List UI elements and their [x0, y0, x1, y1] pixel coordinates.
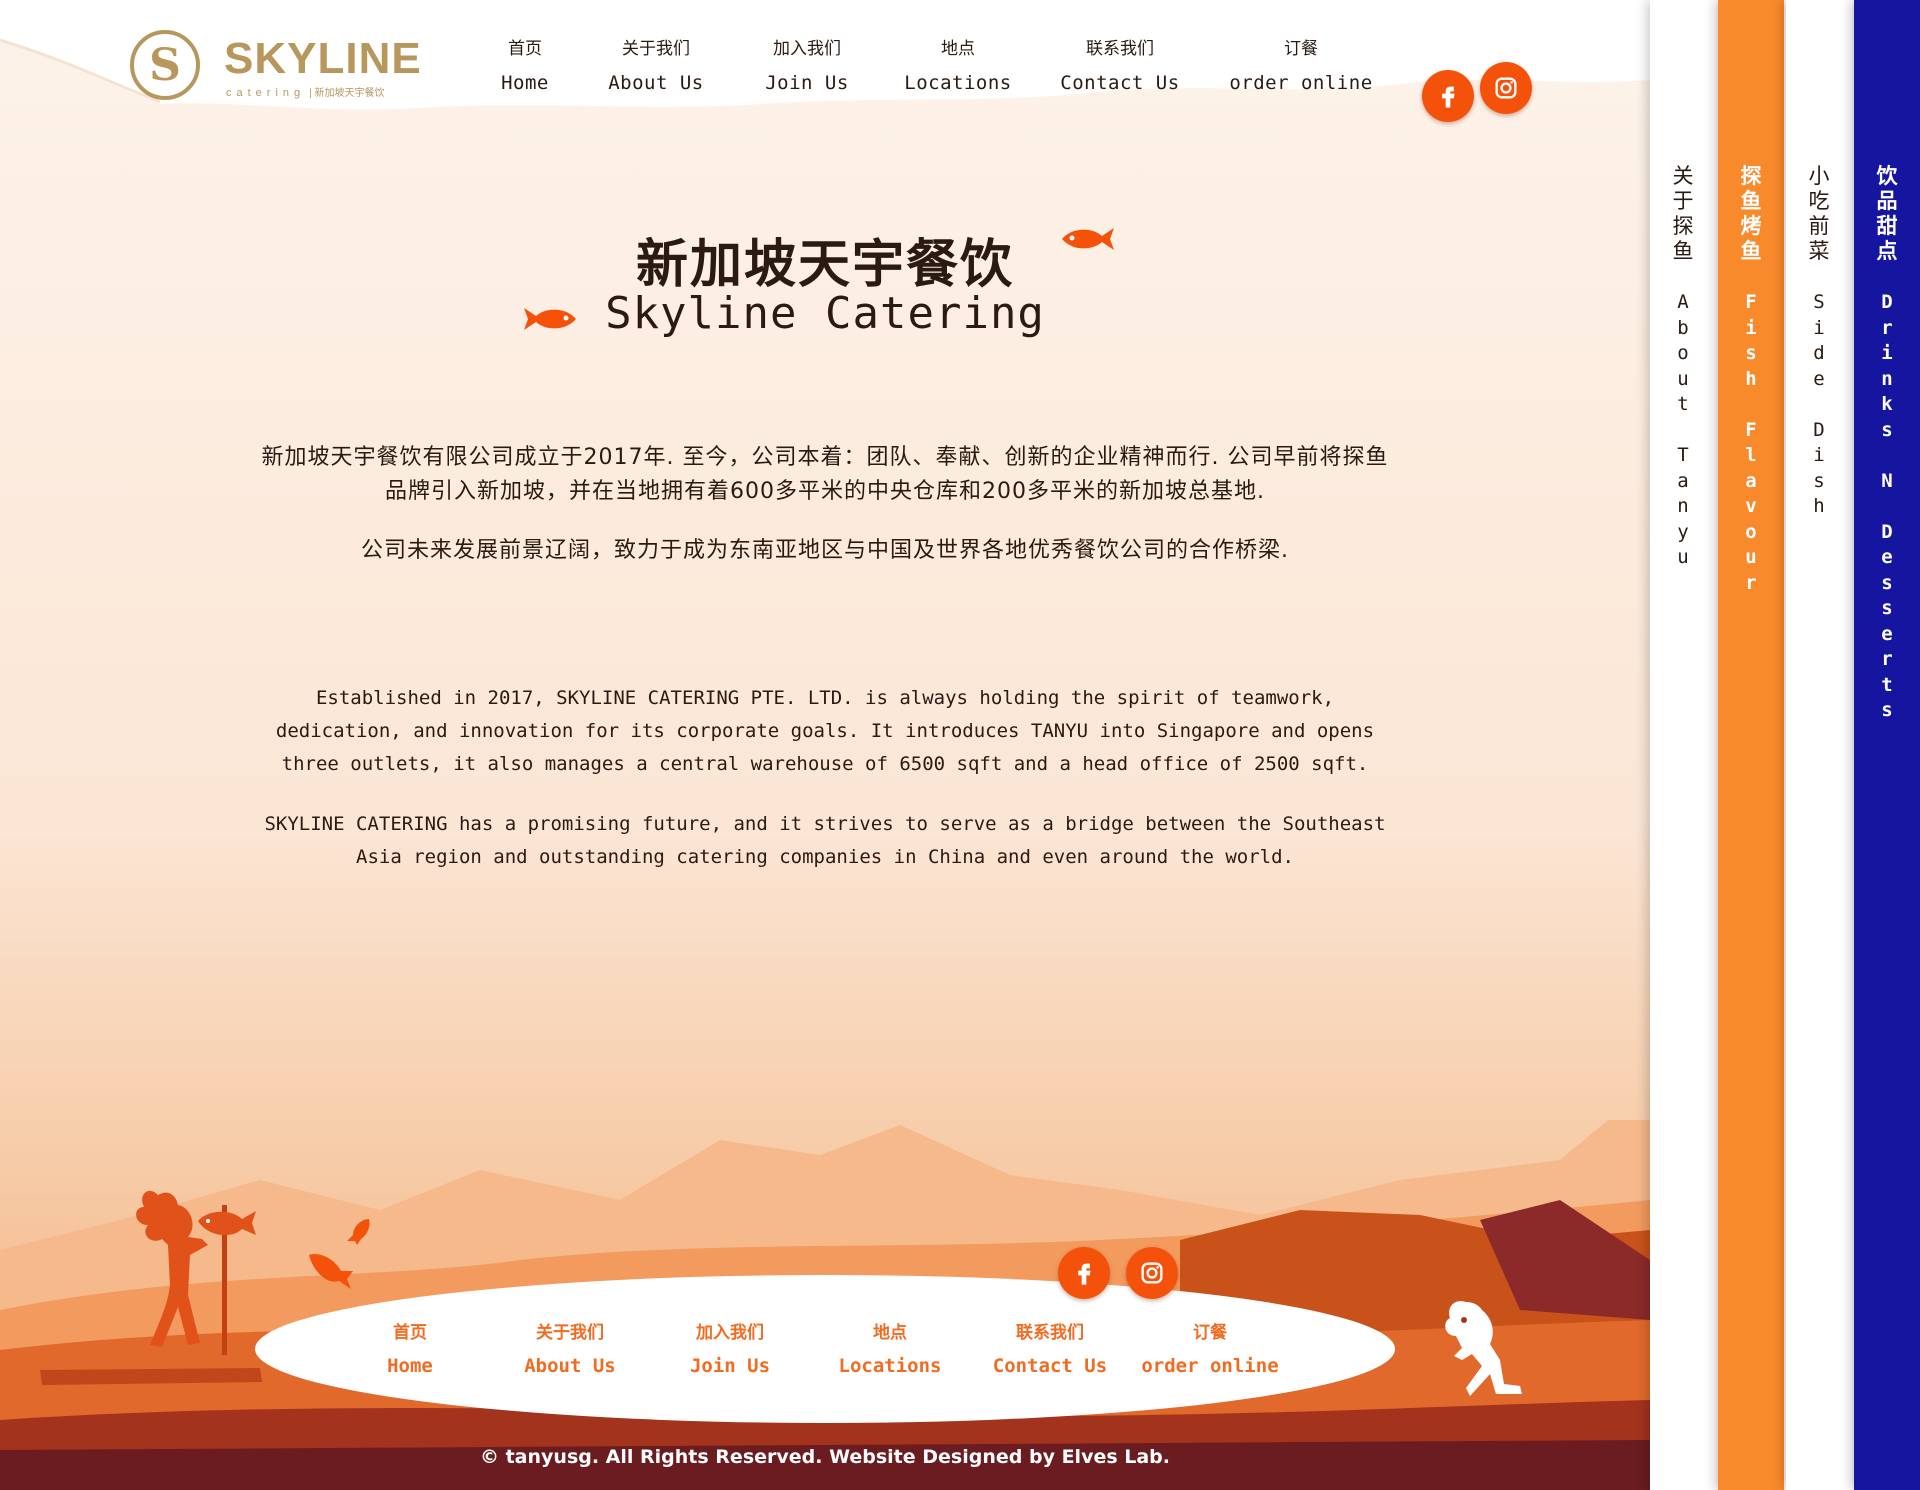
side-tab-fish-flavour[interactable]: 探鱼烤鱼 Fish Flavour — [1718, 0, 1784, 1490]
nav-order[interactable]: ⚲ 订餐 order online — [1206, 17, 1396, 94]
nav-contact-en: Contact Us — [1060, 72, 1180, 94]
footer-facebook-button[interactable] — [1058, 1247, 1110, 1299]
nav-contact-cn: 联系我们 — [1086, 39, 1154, 59]
footer-nav-contact-cn: 联系我们 — [1016, 1323, 1084, 1343]
footer-nav-order[interactable]: 订餐 order online — [1130, 1318, 1290, 1377]
side-tab-about-tanyu-cn: 关于探鱼 — [1672, 164, 1694, 263]
nav-locations[interactable]: ⚑ 地点 Locations — [882, 17, 1034, 94]
footer-nav-join-en: Join Us — [689, 1355, 771, 1377]
white-tribal-figure-icon — [1445, 1300, 1522, 1396]
nav-locations-en: Locations — [904, 72, 1012, 94]
about-en-paragraph-2: SKYLINE CATERING has a promising future,… — [264, 813, 1386, 868]
brand-subtitle-cn: | 新加坡天宇餐饮 — [309, 88, 385, 99]
footer-nav-order-en: order online — [1141, 1355, 1279, 1377]
instagram-button[interactable] — [1480, 62, 1532, 114]
footer-nav-locations[interactable]: 地点 Locations — [810, 1318, 970, 1377]
nav-order-en: order online — [1229, 72, 1373, 94]
side-tab-drinks-desserts[interactable]: 饮品甜点 Drinks N Desserts — [1854, 0, 1920, 1490]
brand-subtitle: catering | 新加坡天宇餐饮 — [226, 84, 385, 99]
footer-nav-contact-en: Contact Us — [992, 1355, 1108, 1377]
nav-about-cn: 关于我们 — [622, 39, 690, 59]
side-tab-about-tanyu-en: About Tanyu — [1677, 291, 1689, 568]
nav-join-cn: 加入我们 — [773, 39, 841, 59]
footer-nav-about[interactable]: 关于我们 About Us — [490, 1318, 650, 1377]
footer-nav-about-en: About Us — [524, 1355, 616, 1377]
facebook-icon — [1442, 86, 1455, 108]
footer-instagram-button[interactable] — [1126, 1247, 1178, 1299]
brand-subtitle-en: catering — [226, 87, 306, 99]
footer-nav-locations-cn: 地点 — [873, 1323, 907, 1343]
side-tab-fish-flavour-en: Fish Flavour — [1745, 291, 1757, 594]
fish-decoration-icon — [309, 1253, 353, 1289]
nav-home-en: Home — [501, 72, 549, 94]
top-nav: ⌂ 首页 Home ✦ 关于我们 About Us ☺ 加入我们 Join Us… — [470, 17, 1396, 94]
logo-emblem-icon: S — [130, 30, 200, 100]
side-tab-drinks-desserts-en: Drinks N Desserts — [1881, 291, 1893, 721]
fish-decoration-icon — [524, 308, 576, 330]
copyright: © tanyusg. All Rights Reserved. Website … — [479, 1446, 1171, 1468]
about-en-paragraph-1: Established in 2017, SKYLINE CATERING PT… — [275, 687, 1375, 775]
nav-locations-cn: 地点 — [941, 39, 975, 59]
brand-name: SKYLINE — [224, 34, 422, 83]
footer-nav-home-cn: 首页 — [393, 1323, 427, 1343]
nav-order-cn: 订餐 — [1284, 39, 1318, 59]
footer-nav-contact[interactable]: 联系我们 Contact Us — [970, 1318, 1130, 1377]
side-tab-side-dish-cn: 小吃前菜 — [1808, 164, 1830, 263]
footer-nav-locations-en: Locations — [838, 1355, 942, 1377]
nav-contact[interactable]: ☎ 联系我们 Contact Us — [1034, 17, 1206, 94]
hero-title-en: Skyline Catering — [605, 288, 1045, 339]
footer-nav-about-cn: 关于我们 — [536, 1323, 604, 1343]
hero-title-cn: 新加坡天宇餐饮 — [635, 235, 1014, 295]
main-area: S SKYLINE catering | 新加坡天宇餐饮 ⌂ 首页 Home ✦ … — [0, 0, 1650, 1490]
instagram-icon — [1495, 77, 1517, 99]
nav-join-en: Join Us — [765, 72, 849, 94]
nav-about[interactable]: ✦ 关于我们 About Us — [580, 17, 732, 94]
side-tab-about-tanyu[interactable]: 关于探鱼 About Tanyu — [1650, 0, 1716, 1490]
side-tab-side-dish[interactable]: 小吃前菜 Side Dish — [1786, 0, 1852, 1490]
nav-home[interactable]: ⌂ 首页 Home — [470, 17, 580, 94]
facebook-icon — [1078, 1263, 1091, 1285]
footer-nav: 首页 Home 关于我们 About Us 加入我们 Join Us 地点 Lo… — [330, 1318, 1290, 1377]
footer-nav-order-cn: 订餐 — [1193, 1323, 1227, 1343]
nav-home-cn: 首页 — [508, 39, 542, 59]
nav-about-en: About Us — [608, 72, 704, 94]
side-tab-side-dish-en: Side Dish — [1813, 291, 1825, 517]
side-tab-drinks-desserts-cn: 饮品甜点 — [1876, 164, 1898, 263]
instagram-icon — [1141, 1262, 1163, 1284]
footer-nav-home-en: Home — [387, 1355, 433, 1377]
facebook-button[interactable] — [1422, 70, 1474, 122]
nav-join[interactable]: ☺ 加入我们 Join Us — [732, 17, 882, 94]
fish-decoration-icon — [347, 1219, 370, 1245]
footer-nav-home[interactable]: 首页 Home — [330, 1318, 490, 1377]
about-cn-paragraph-2: 公司未来发展前景辽阔，致力于成为东南亚地区与中国及世界各地优秀餐饮公司的合作桥梁… — [361, 538, 1289, 563]
brand-logo[interactable]: S SKYLINE catering | 新加坡天宇餐饮 — [130, 28, 422, 106]
tribal-figure-with-fish-icon — [136, 1190, 256, 1355]
fish-decoration-icon — [1062, 228, 1114, 250]
footer-nav-join-cn: 加入我们 — [696, 1323, 764, 1343]
side-tab-fish-flavour-cn: 探鱼烤鱼 — [1740, 164, 1762, 263]
footer-nav-join[interactable]: 加入我们 Join Us — [650, 1318, 810, 1377]
about-cn-paragraph-1: 新加坡天宇餐饮有限公司成立于2017年. 至今，公司本着：团队、奉献、创新的企业… — [261, 445, 1389, 504]
